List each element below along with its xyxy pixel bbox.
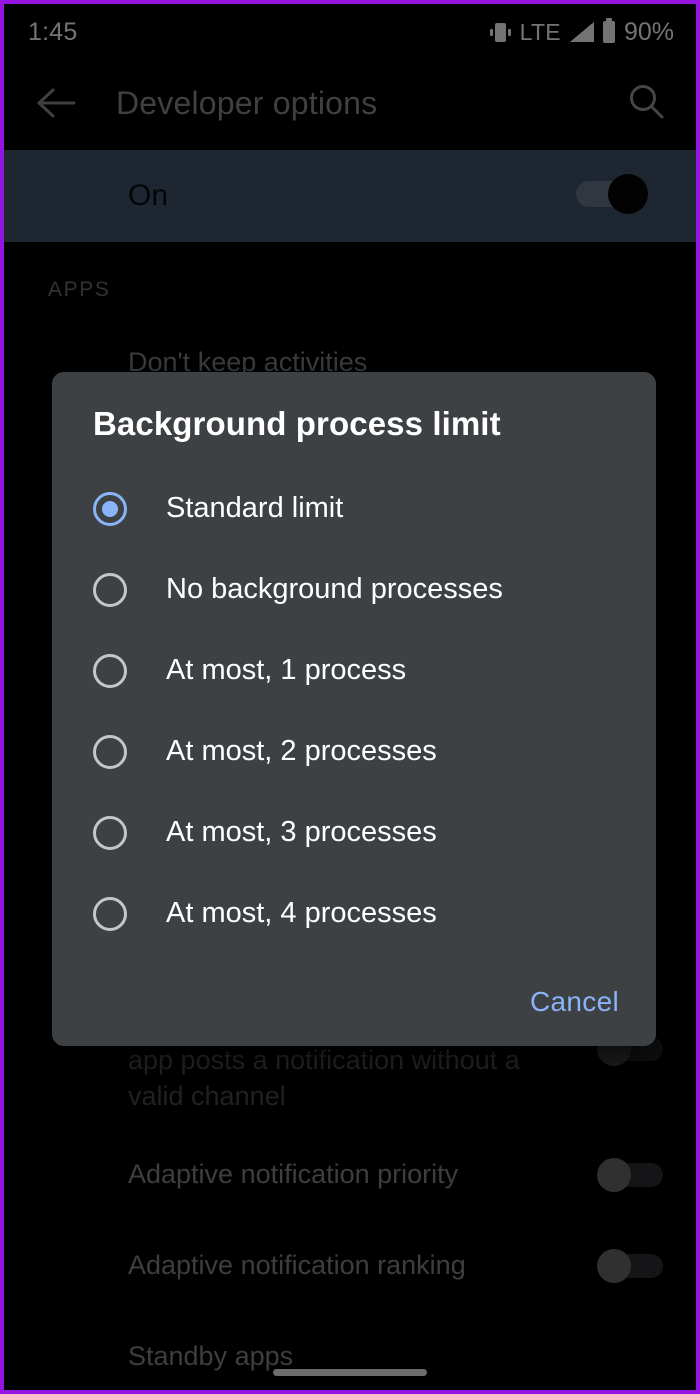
toggle-thumb — [608, 174, 648, 214]
radio-option-at-most-4-processes[interactable]: At most, 4 processes — [52, 873, 656, 954]
radio-option-label: Standard limit — [166, 492, 344, 524]
radio-button-icon — [93, 572, 127, 607]
background-process-limit-dialog: Background process limit Standard limit … — [52, 372, 656, 1046]
radio-option-standard-limit[interactable]: Standard limit — [52, 468, 656, 549]
radio-button-icon — [93, 734, 127, 769]
search-icon — [630, 85, 664, 119]
radio-option-no-background-processes[interactable]: No background processes — [52, 549, 656, 630]
radio-option-label: At most, 3 processes — [166, 816, 437, 848]
search-button[interactable] — [612, 68, 680, 136]
list-item-adaptive-notification-ranking[interactable]: Adaptive notification ranking — [128, 1247, 466, 1283]
dialog-title: Background process limit — [93, 405, 501, 442]
radio-option-at-most-3-processes[interactable]: At most, 3 processes — [52, 792, 656, 873]
master-switch-toggle[interactable] — [576, 174, 648, 214]
list-item-standby-apps[interactable]: Standby apps — [128, 1338, 293, 1374]
toggle-thumb — [597, 1158, 631, 1192]
section-header-apps: APPS — [48, 278, 111, 301]
radio-option-label: At most, 1 process — [166, 654, 407, 686]
status-bar: 1:45 LTE 90% — [4, 4, 696, 60]
developer-options-master-switch-row[interactable]: On — [4, 150, 696, 242]
radio-button-icon — [93, 815, 127, 850]
app-bar: Developer options — [4, 60, 696, 146]
page-title: Developer options — [116, 84, 378, 121]
radio-button-icon — [93, 653, 127, 688]
battery-icon — [602, 18, 615, 43]
battery-percent-label: 90% — [623, 17, 674, 46]
back-arrow-icon — [37, 88, 76, 118]
radio-button-icon — [93, 896, 127, 931]
radio-option-label: At most, 4 processes — [166, 897, 437, 929]
status-bar-indicators: LTE 90% — [489, 17, 674, 47]
radio-button-icon — [93, 491, 127, 526]
radio-option-label: No background processes — [166, 573, 503, 605]
toggle-thumb — [597, 1249, 631, 1283]
cancel-button[interactable]: Cancel — [530, 986, 619, 1018]
radio-option-label: At most, 2 processes — [166, 735, 437, 767]
radio-group: Standard limit No background processes A… — [52, 468, 656, 954]
list-item-invalid-channel-warning[interactable]: app posts a notification without a valid… — [128, 1042, 568, 1114]
toggle-adaptive-notification-ranking[interactable] — [597, 1249, 663, 1283]
toggle-adaptive-notification-priority[interactable] — [597, 1158, 663, 1192]
radio-option-at-most-1-process[interactable]: At most, 1 process — [52, 630, 656, 711]
radio-option-at-most-2-processes[interactable]: At most, 2 processes — [52, 711, 656, 792]
vibrate-icon — [489, 22, 511, 42]
network-type-label: LTE — [519, 18, 561, 45]
signal-icon — [569, 22, 594, 42]
back-button[interactable] — [22, 68, 92, 138]
status-bar-clock: 1:45 — [28, 17, 78, 46]
phone-screenshot: 1:45 LTE 90% Developer options On APPS D… — [0, 0, 700, 1394]
home-gesture-indicator[interactable] — [273, 1369, 427, 1376]
master-switch-label: On — [128, 179, 169, 212]
list-item-adaptive-notification-priority[interactable]: Adaptive notification priority — [128, 1156, 458, 1192]
